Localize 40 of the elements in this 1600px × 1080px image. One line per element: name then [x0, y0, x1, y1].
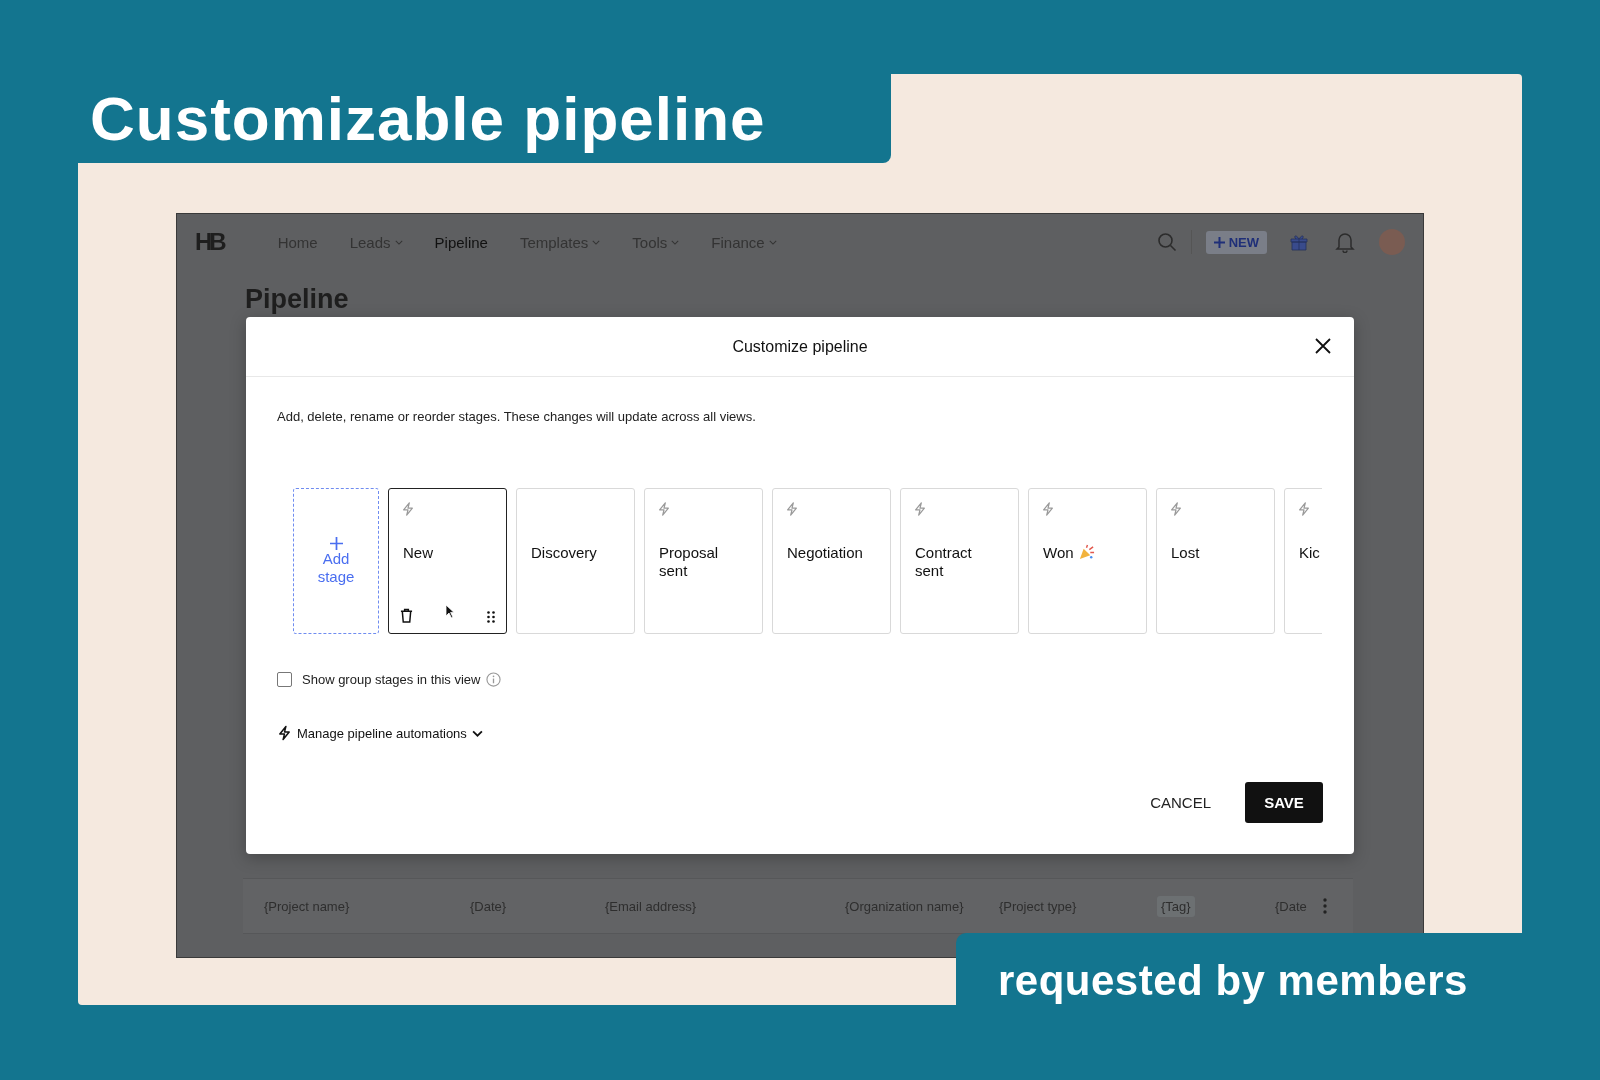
cancel-button[interactable]: CANCEL — [1146, 790, 1215, 815]
cursor-icon — [445, 604, 455, 619]
stage-name: Kic — [1299, 544, 1320, 562]
checkbox[interactable] — [277, 672, 292, 687]
table-cell: {Tag} — [1157, 895, 1195, 917]
search-icon[interactable] — [1156, 232, 1177, 252]
dialog-title: Customize pipeline — [732, 337, 868, 356]
automations-toggle[interactable]: Manage pipeline automations — [277, 725, 483, 741]
drag-handle-icon[interactable] — [487, 611, 495, 623]
table-cell-text: {Project type} — [999, 898, 1078, 914]
gift-icon[interactable] — [1289, 232, 1309, 252]
save-button[interactable]: SAVE — [1245, 782, 1323, 823]
stage-name: New — [403, 544, 433, 562]
description: Add, delete, rename or reorder stages. These changes will update across all views. — [277, 409, 757, 424]
stage-name: Won — [1043, 544, 1074, 562]
add-stage-button[interactable]: Add stage — [293, 488, 379, 634]
bolt-icon — [277, 725, 292, 741]
page-title: Pipeline — [245, 284, 350, 315]
stage-card[interactable]: Contract sent — [900, 488, 1019, 634]
stage-name: Discovery — [531, 544, 597, 562]
info-icon[interactable] — [486, 672, 502, 687]
bell-icon[interactable] — [1335, 231, 1355, 253]
stage-card[interactable]: Won — [1028, 488, 1147, 634]
stage-card[interactable]: Kic — [1284, 488, 1322, 634]
stage-card[interactable]: Discovery — [516, 488, 635, 634]
stage-name: Contract sent — [915, 544, 973, 580]
more-icon[interactable] — [1323, 898, 1327, 914]
plus-icon — [329, 536, 343, 550]
stage-name: Negotiation — [787, 544, 863, 562]
stage-card[interactable]: New — [388, 488, 507, 634]
stage-name: Proposal sent — [659, 544, 720, 580]
plus-icon — [1213, 236, 1225, 248]
headline-banner: Customizable pipeline — [78, 74, 891, 163]
checkbox-label: Show group stages in this view — [302, 672, 481, 687]
stage-card[interactable]: Lost — [1156, 488, 1275, 634]
stage-name: Lost — [1171, 544, 1200, 562]
stage-card[interactable]: Negotiation — [772, 488, 891, 634]
stage-card[interactable]: Proposal sent — [644, 488, 763, 634]
trash-icon[interactable] — [400, 608, 413, 623]
chevron-down-icon — [471, 729, 483, 737]
